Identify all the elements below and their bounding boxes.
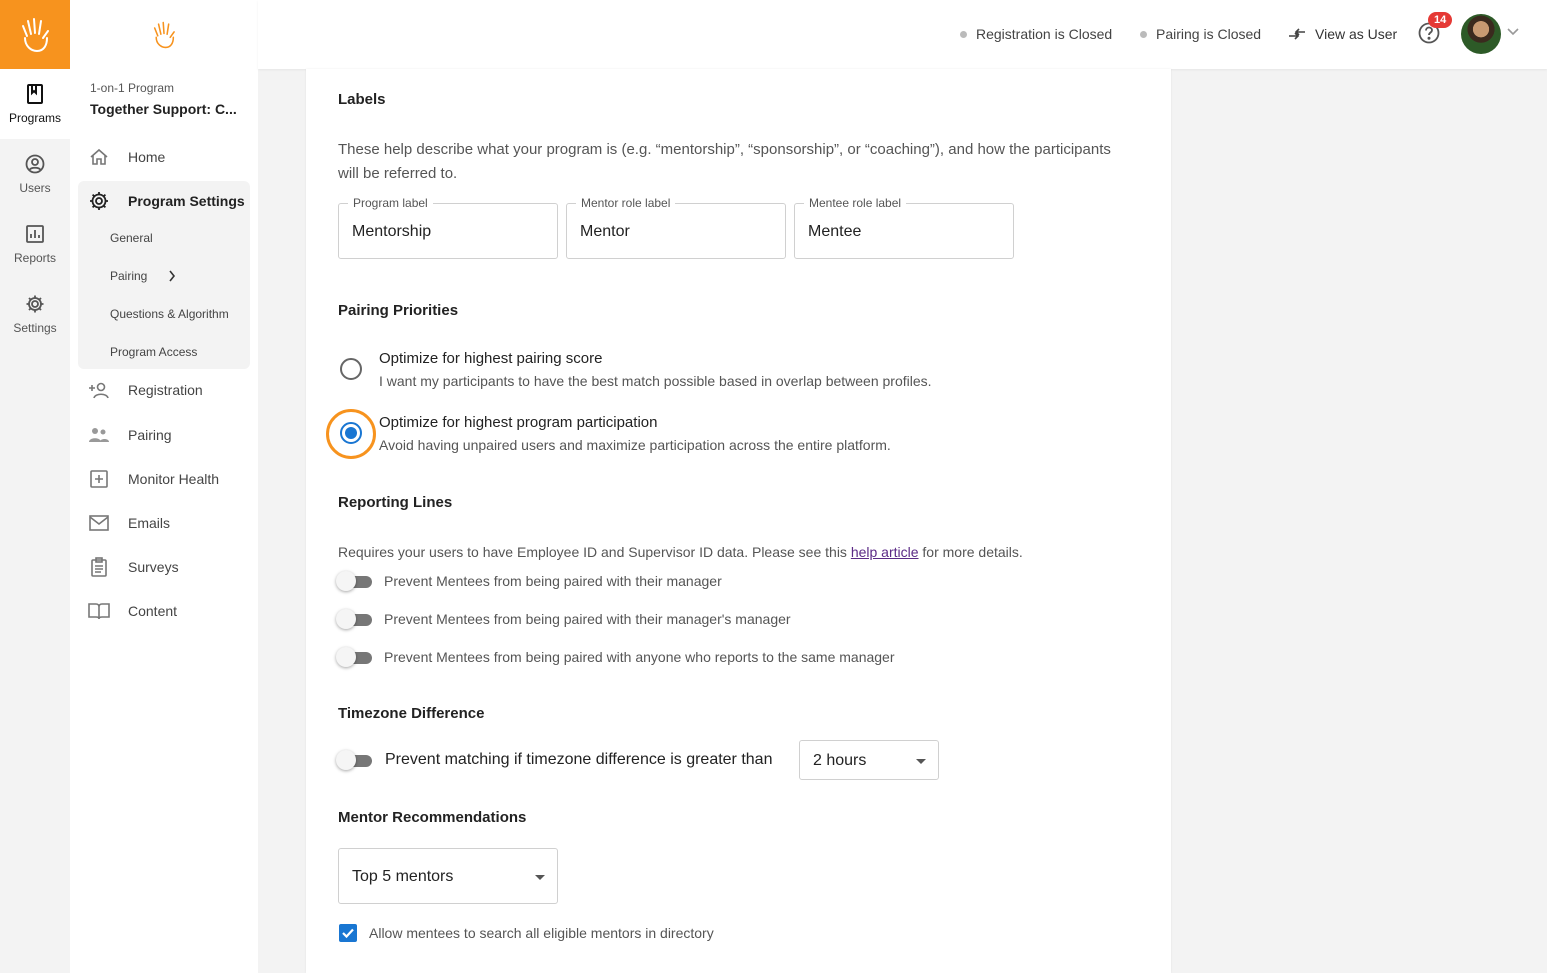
timezone-heading: Timezone Difference [338, 705, 485, 722]
option-title: Optimize for highest program participati… [379, 414, 658, 431]
labels-heading: Labels [338, 91, 386, 108]
add-user-icon [89, 382, 109, 399]
toggle-same-manager[interactable] [336, 647, 372, 667]
chevron-down-icon[interactable] [1507, 28, 1519, 36]
book-icon [27, 83, 43, 104]
clipboard-icon [91, 557, 107, 577]
toggle-label: Prevent matching if timezone difference … [385, 751, 773, 768]
sub-item-general[interactable]: General [110, 231, 153, 245]
mentor-recommendations-heading: Mentor Recommendations [338, 809, 527, 826]
rail-item-users[interactable]: Users [0, 139, 70, 209]
sidebar-item-home[interactable]: Home [78, 137, 250, 177]
program-label-field[interactable]: Program label Mentorship [338, 196, 558, 259]
rail-label: Programs [8, 110, 61, 125]
brand-logo[interactable] [0, 0, 70, 69]
mail-icon [89, 515, 109, 531]
users-icon [89, 428, 109, 442]
status-dot [1140, 30, 1147, 38]
sidebar-item-label: Registration [128, 382, 203, 398]
rail-label: Settings [13, 320, 57, 335]
rail-item-settings[interactable]: Settings [0, 279, 70, 349]
open-book-icon [88, 603, 110, 620]
toggle-timezone[interactable] [336, 750, 372, 770]
toggle-managers-manager[interactable] [336, 609, 372, 629]
rail-item-reports[interactable]: Reports [0, 209, 70, 279]
check-icon [342, 928, 354, 939]
user-circle-icon [25, 154, 45, 173]
left-rail: Programs Users Reports Settings [0, 0, 70, 973]
sub-item-questions-algorithm[interactable]: Questions & Algorithm [110, 307, 229, 321]
swap-arrows-icon [1289, 28, 1305, 40]
search-directory-checkbox[interactable] [339, 924, 357, 942]
program-name[interactable]: Together Support: C... [90, 101, 237, 117]
status-dot [960, 30, 967, 38]
radio-highest-score[interactable] [340, 358, 362, 380]
sidebar-item-program-settings[interactable]: Program Settings [78, 181, 250, 221]
rail-item-programs[interactable]: Programs [0, 69, 70, 139]
sidebar-item-surveys[interactable]: Surveys [78, 547, 250, 587]
health-plus-icon [90, 470, 108, 488]
radio-highest-participation[interactable] [340, 422, 362, 444]
labels-description: These help describe what your program is… [338, 141, 1111, 182]
dropdown-caret-icon [916, 759, 926, 764]
gear-icon [90, 192, 108, 210]
sidebar-item-label: Home [128, 149, 166, 165]
recommendations-select[interactable]: Top 5 mentors [338, 848, 558, 904]
notification-badge: 14 [1428, 12, 1453, 28]
help-article-link[interactable]: help article [851, 544, 919, 560]
toggle-label: Prevent Mentees from being paired with t… [384, 611, 791, 627]
bar-chart-icon [26, 224, 44, 243]
dropdown-caret-icon [535, 875, 545, 880]
reporting-lines-description: Requires your users to have Employee ID … [338, 544, 1023, 560]
sidebar-item-label: Monitor Health [128, 471, 220, 487]
mentee-label-field[interactable]: Mentee role label Mentee [794, 196, 1014, 259]
pairing-priorities-heading: Pairing Priorities [338, 302, 459, 319]
avatar[interactable] [1461, 14, 1501, 54]
registration-status: Registration is Closed [960, 26, 1112, 42]
toggle-label: Prevent Mentees from being paired with a… [384, 649, 895, 665]
reporting-lines-heading: Reporting Lines [338, 494, 453, 511]
sidebar-item-monitor-health[interactable]: Monitor Health [78, 459, 250, 499]
program-sidebar: 1-on-1 Program Together Support: C... Ho… [70, 0, 258, 973]
option-subtitle: Avoid having unpaired users and maximize… [379, 437, 891, 453]
waving-hand-icon [153, 21, 175, 48]
top-bar: Registration is Closed Pairing is Closed… [258, 0, 1547, 69]
rail-label: Reports [13, 250, 57, 265]
sidebar-item-label: Surveys [128, 559, 179, 575]
view-as-user-button[interactable]: View as User [1288, 26, 1397, 42]
sidebar-item-label: Program Settings [128, 193, 245, 209]
sidebar-item-emails[interactable]: Emails [78, 503, 250, 543]
sidebar-item-pairing[interactable]: Pairing [78, 415, 250, 455]
home-icon [90, 148, 108, 165]
waving-hand-icon [22, 17, 49, 52]
pairing-status: Pairing is Closed [1140, 26, 1261, 42]
toggle-label: Prevent Mentees from being paired with t… [384, 573, 722, 589]
sub-item-pairing[interactable]: Pairing [110, 269, 147, 283]
sidebar-item-label: Content [128, 603, 178, 619]
mentor-label-field[interactable]: Mentor role label Mentor [566, 196, 786, 259]
sidebar-logo [70, 0, 258, 69]
sidebar-item-registration[interactable]: Registration [78, 370, 250, 410]
option-subtitle: I want my participants to have the best … [379, 373, 932, 389]
timezone-select[interactable]: 2 hours [799, 740, 939, 780]
gear-icon [26, 295, 44, 312]
chevron-right-icon [169, 270, 176, 282]
sidebar-item-label: Pairing [128, 427, 172, 443]
toggle-manager[interactable] [336, 571, 372, 591]
program-type: 1-on-1 Program [90, 81, 175, 95]
pairing-settings-card: Labels These help describe what your pro… [306, 69, 1171, 973]
sub-item-program-access[interactable]: Program Access [110, 345, 197, 359]
rail-label: Users [19, 180, 51, 195]
sidebar-item-label: Emails [128, 515, 171, 531]
sidebar-item-content[interactable]: Content [78, 591, 250, 631]
option-title: Optimize for highest pairing score [379, 350, 603, 367]
checkbox-label: Allow mentees to search all eligible men… [369, 925, 714, 941]
